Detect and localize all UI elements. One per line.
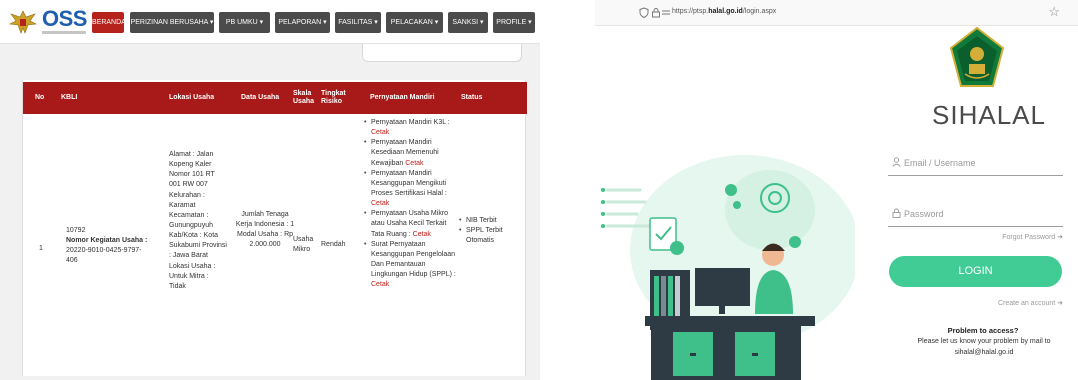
- oss-panel: OSS BERANDA PERIZINAN BERUSAHA ▾ PB UMKU…: [0, 0, 540, 380]
- nav-perizinan-berusaha[interactable]: PERIZINAN BERUSAHA ▾: [130, 12, 214, 33]
- oss-tagline-bar: [42, 31, 86, 34]
- pernyataan-item: Pernyataan Usaha Mikro atau Usaha Kecil …: [364, 209, 456, 239]
- cell-lokasi: Alamat : Jalan Kopeng Kaler Nomor 101 RT…: [169, 151, 227, 290]
- cetak-link[interactable]: Cetak: [405, 160, 423, 167]
- oss-brand-text: OSS: [42, 6, 87, 31]
- cell-status-list: NIB Terbit SPPL Terbit Otomatis: [459, 216, 511, 246]
- login-button[interactable]: LOGIN: [889, 256, 1062, 287]
- cetak-link[interactable]: Cetak: [413, 231, 431, 238]
- oss-navbar: OSS BERANDA PERIZINAN BERUSAHA ▾ PB UMKU…: [0, 0, 540, 44]
- pernyataan-item: Pernyataan Mandiri Kesanggupan Mengikuti…: [364, 169, 456, 210]
- pernyataan-item: Surat Pernyataan Kesanggupan Pengelolaan…: [364, 240, 456, 291]
- th-kbli: KBLI: [61, 94, 78, 102]
- th-status: Status: [461, 94, 483, 102]
- nav-fasilitas[interactable]: FASILITAS ▾: [335, 12, 381, 33]
- sihalal-panel: https://ptsp.halal.go.id/login.aspx ☆ SI…: [595, 0, 1078, 380]
- problem-message: Please let us know your problem by mail …: [917, 338, 1051, 356]
- oss-logo[interactable]: OSS: [8, 6, 92, 40]
- nav-pelaporan[interactable]: PELAPORAN ▾: [275, 12, 330, 33]
- cetak-link[interactable]: Cetak: [371, 129, 389, 136]
- forgot-password-link[interactable]: Forgot Password ➜: [975, 233, 1063, 241]
- url-text: https://ptsp.halal.go.id/login.aspx: [672, 8, 777, 15]
- table-header: No KBLI Lokasi Usaha Data Usaha Skala Us…: [23, 82, 527, 114]
- kemenag-logo: [949, 26, 1005, 87]
- kbli-code: 10792: [66, 227, 86, 234]
- th-lokasi: Lokasi Usaha: [169, 94, 215, 102]
- nav-pb-umku[interactable]: PB UMKU ▾: [219, 12, 270, 33]
- kbli-label: Nomor Kegiatan Usaha :: [66, 237, 148, 245]
- kbli-number: 20220-9010-0425-9797-406: [66, 247, 142, 265]
- business-table-card: No KBLI Lokasi Usaha Data Usaha Skala Us…: [22, 80, 527, 376]
- lock-icon: [892, 208, 901, 218]
- cetak-link[interactable]: Cetak: [371, 200, 389, 207]
- th-tingkat: Tingkat Risiko: [321, 90, 346, 105]
- email-field[interactable]: [888, 150, 1063, 176]
- email-input[interactable]: [904, 152, 1054, 174]
- cell-kbli: 10792 Nomor Kegiatan Usaha : 20220-9010-…: [66, 226, 152, 267]
- bookmark-star-icon[interactable]: ☆: [1048, 4, 1060, 20]
- th-skala: Skala Usaha: [293, 90, 315, 105]
- status-item: NIB Terbit: [459, 216, 511, 226]
- nav-pelacakan[interactable]: PELACAKAN ▾: [386, 12, 443, 33]
- th-data-usaha: Data Usaha: [241, 94, 280, 102]
- password-input[interactable]: [904, 203, 1054, 225]
- shield-icon: [639, 7, 649, 18]
- nav-beranda[interactable]: BERANDA: [92, 12, 124, 33]
- password-field[interactable]: [888, 201, 1063, 227]
- cell-no: 1: [39, 245, 43, 252]
- user-icon: [892, 157, 901, 167]
- cell-pernyataan-list: Pernyataan Mandiri K3L : Cetak Pernyataa…: [364, 118, 456, 290]
- lock-icon: [652, 8, 660, 18]
- filter-box: [362, 44, 522, 62]
- garuda-emblem-icon: [8, 10, 38, 34]
- cell-tingkat: Rendah: [321, 241, 346, 248]
- gear-icon: [789, 236, 801, 248]
- permissions-icon: [662, 10, 670, 15]
- gear-icon: [725, 184, 737, 196]
- cetak-link[interactable]: Cetak: [371, 281, 389, 288]
- nav-sanksi[interactable]: SANKSI ▾: [448, 12, 488, 33]
- app-title: SIHALAL: [932, 100, 1046, 130]
- cell-skala: Usaha Mikro: [293, 236, 314, 254]
- nav-profile[interactable]: PROFILE ▾: [493, 12, 535, 33]
- status-item: SPPL Terbit Otomatis: [459, 226, 511, 246]
- pernyataan-item: Pernyataan Mandiri Kesediaan Memenuhi Ke…: [364, 138, 456, 168]
- office-illustration: [601, 155, 855, 380]
- browser-url-bar[interactable]: https://ptsp.halal.go.id/login.aspx ☆: [595, 0, 1078, 26]
- th-pernyataan: Pernyataan Mandiri: [370, 94, 435, 102]
- screenshot-composite: OSS BERANDA PERIZINAN BERUSAHA ▾ PB UMKU…: [0, 0, 1078, 380]
- create-account-link[interactable]: Create an account ➜: [975, 299, 1063, 307]
- th-no: No: [35, 94, 45, 102]
- problem-title: Problem to access?: [947, 326, 1019, 335]
- cell-data-usaha: Jumlah Tenaga Kerja Indonesia : 1 Modal …: [235, 211, 295, 249]
- pernyataan-item: Pernyataan Mandiri K3L : Cetak: [364, 118, 456, 138]
